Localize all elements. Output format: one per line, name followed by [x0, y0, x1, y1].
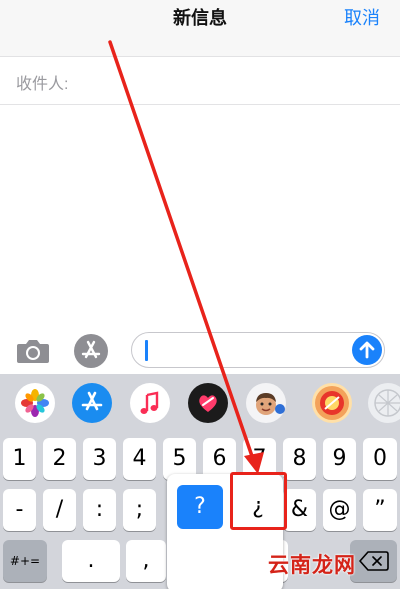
cancel-button[interactable]: 取消	[344, 4, 380, 30]
key-3[interactable]: 3	[83, 438, 116, 480]
key-ampersand[interactable]: &	[283, 489, 316, 531]
key-more-symbols[interactable]: #+=	[3, 540, 47, 582]
key-hyphen[interactable]: -	[3, 489, 36, 531]
key-4[interactable]: 4	[123, 438, 156, 480]
key-delete[interactable]	[350, 540, 397, 582]
key-slash[interactable]: /	[43, 489, 76, 531]
key-colon[interactable]: :	[83, 489, 116, 531]
camera-icon[interactable]	[16, 338, 50, 364]
recipient-label: 收件人:	[16, 76, 69, 93]
conversation-area	[0, 106, 400, 324]
message-input[interactable]	[131, 332, 385, 368]
photos-icon[interactable]	[15, 383, 55, 423]
popup-option-question[interactable]: ?	[177, 485, 223, 529]
key-9[interactable]: 9	[323, 438, 356, 480]
send-button[interactable]	[352, 335, 382, 365]
nav-bar: 新信息 取消	[0, 0, 400, 57]
watermark: 云南龙网	[268, 553, 356, 577]
key-1[interactable]: 1	[3, 438, 36, 480]
key-2[interactable]: 2	[43, 438, 76, 480]
key-quote[interactable]: ”	[363, 489, 397, 531]
text-cursor	[145, 340, 148, 361]
annotation-highlight-box	[230, 472, 287, 530]
key-8[interactable]: 8	[283, 438, 316, 480]
music-icon[interactable]	[130, 383, 170, 423]
recipient-row[interactable]: 收件人:	[0, 57, 400, 105]
backspace-icon	[358, 551, 389, 571]
key-period[interactable]: .	[62, 540, 120, 582]
sticker-icon[interactable]	[312, 383, 352, 423]
memoji-icon[interactable]	[246, 383, 286, 423]
app-store-icon[interactable]	[74, 334, 108, 368]
digital-touch-icon[interactable]	[188, 383, 228, 423]
send-arrow-icon	[359, 341, 375, 359]
app-store-icon[interactable]	[72, 383, 112, 423]
page-title: 新信息	[173, 8, 227, 28]
key-semicolon[interactable]: ;	[123, 489, 156, 531]
key-at[interactable]: @	[323, 489, 356, 531]
key-comma[interactable]: ,	[126, 540, 166, 582]
more-apps-icon[interactable]	[368, 383, 400, 423]
key-0[interactable]: 0	[363, 438, 397, 480]
